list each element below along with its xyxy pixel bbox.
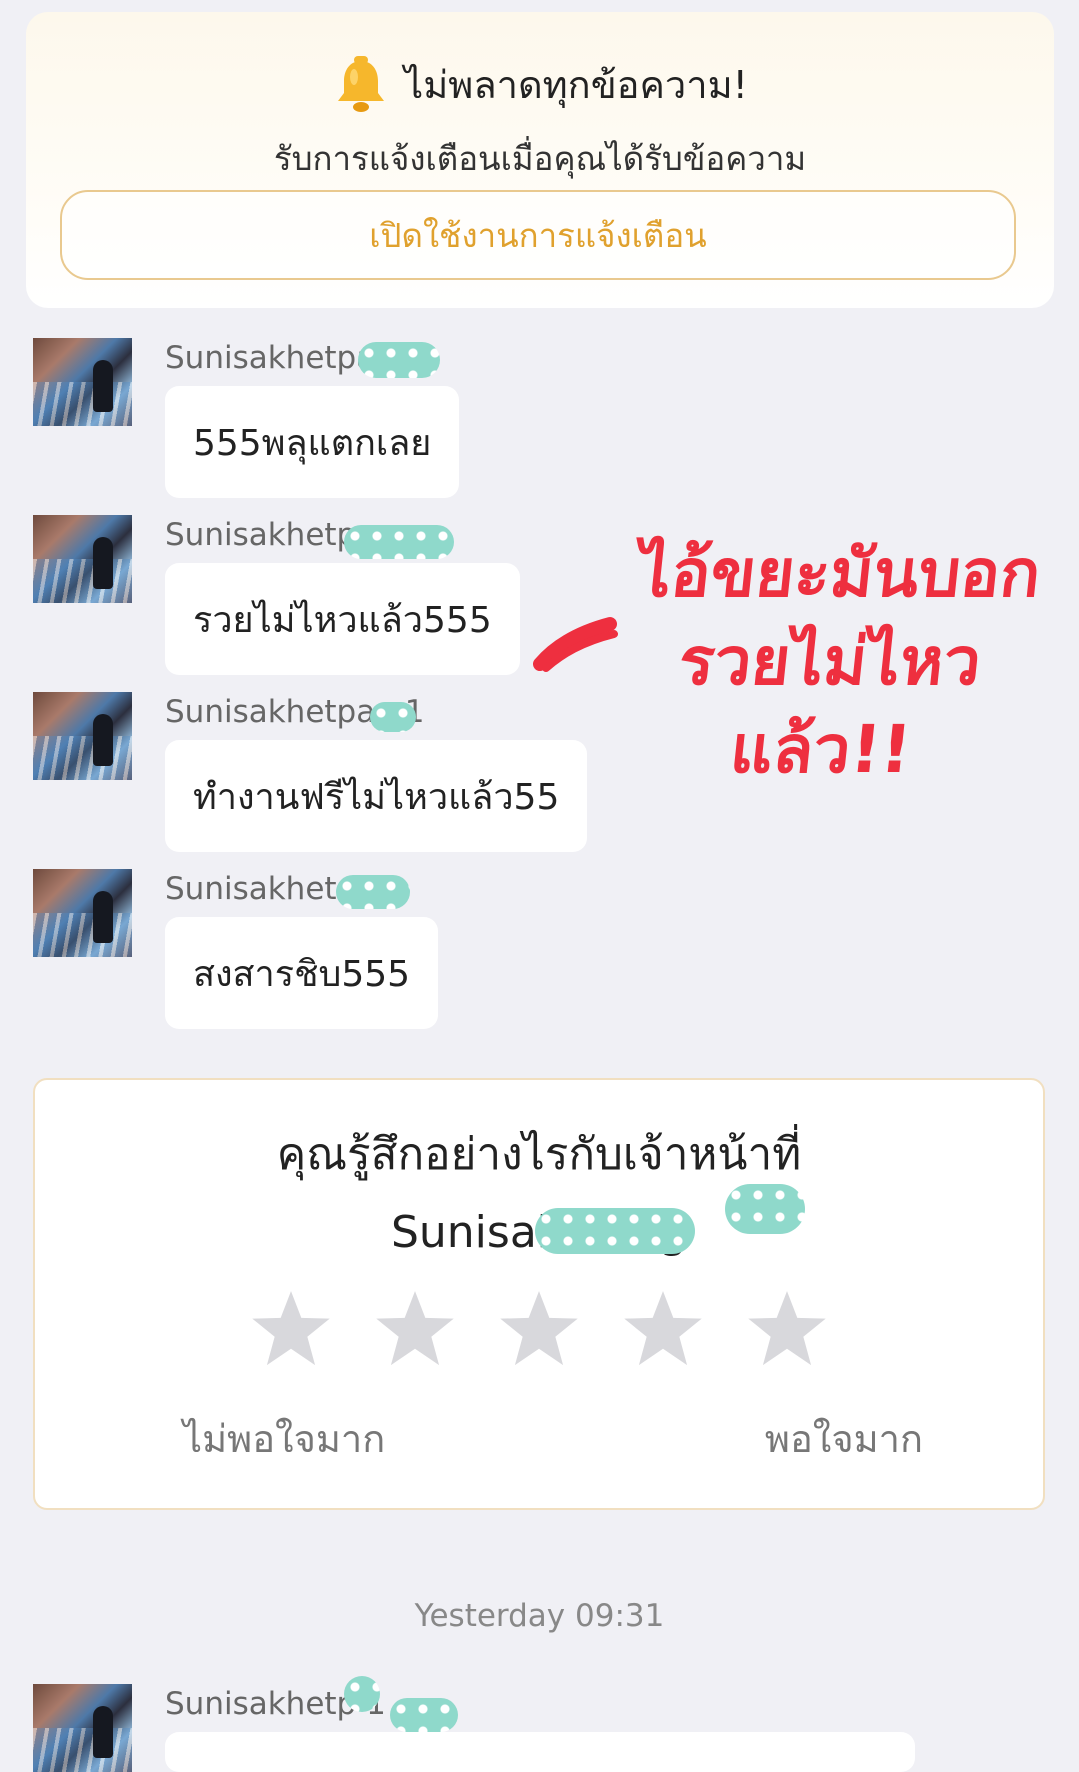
redaction-mark [535,1208,695,1254]
message-bubble[interactable]: รวยไม่ไหวแล้ว555 [165,563,520,675]
enable-notifications-button[interactable]: เปิดใช้งานการแจ้งเตือน [60,190,1016,280]
star-icon-1[interactable] [248,1286,334,1372]
avatar[interactable] [33,515,132,603]
redaction-mark [336,875,410,909]
notification-subtitle: รับการแจ้งเตือนเมื่อคุณได้รับข้อความ [273,139,807,178]
avatar[interactable] [33,1684,132,1772]
redaction-mark [344,1676,380,1712]
rating-high-label: พอใจมาก [764,1417,923,1461]
message-bubble[interactable]: ทำงานฟรีไม่ไหวแล้ว55 [165,740,588,852]
star-icon-2[interactable] [372,1286,458,1372]
message-bubble-partial[interactable] [165,1732,915,1772]
notification-title: ไม่พลาดทุกข้อความ! [404,63,748,107]
star-rating [35,1286,1043,1372]
redaction-mark [358,342,440,378]
redaction-mark [725,1184,805,1234]
rating-question-text: คุณรู้สึกอย่างไรกับเจ้าหน้าที่ [276,1129,802,1180]
notification-title-row: ไม่พลาดทุกข้อความ! [26,54,1054,115]
bell-icon [338,55,385,112]
overlay-line-1: ไอ้ขยะมันบอก [634,535,1045,612]
message-bubble[interactable]: 555พลุแตกเลย [165,386,460,498]
notification-card: ไม่พลาดทุกข้อความ! รับการแจ้งเตือนเมื่อค… [26,12,1054,308]
redaction-mark [390,1698,458,1732]
star-icon-3[interactable] [496,1286,582,1372]
avatar[interactable] [33,338,132,426]
red-overlay-text: ไอ้ขยะมันบอก รวยไม่ไหวแล้ว!! [576,530,1079,794]
rating-low-label: ไม่พอใจมาก [183,1417,386,1461]
overlay-line-2: รวยไม่ไหวแล้ว!! [675,623,985,788]
message-row: Sunisakhet ng1 สงสารชิบ555 [0,869,1079,1029]
avatar[interactable] [33,869,132,957]
message-row: Sunisakhetpa g1 555พลุแตกเลย [0,338,1079,498]
message-bubble[interactable]: สงสารชิบ555 [165,917,439,1029]
timestamp-divider: Yesterday 09:31 [414,1598,665,1634]
rating-question: คุณรู้สึกอย่างไรกับเจ้าหน้าที่ Sunisakhe… [35,1116,1043,1272]
avatar[interactable] [33,692,132,780]
star-icon-5[interactable] [744,1286,830,1372]
agent-rating-card: คุณรู้สึกอย่างไรกับเจ้าหน้าที่ Sunisakhe… [33,1078,1045,1510]
redaction-mark [344,525,454,559]
star-icon-4[interactable] [620,1286,706,1372]
redaction-mark [370,702,416,732]
